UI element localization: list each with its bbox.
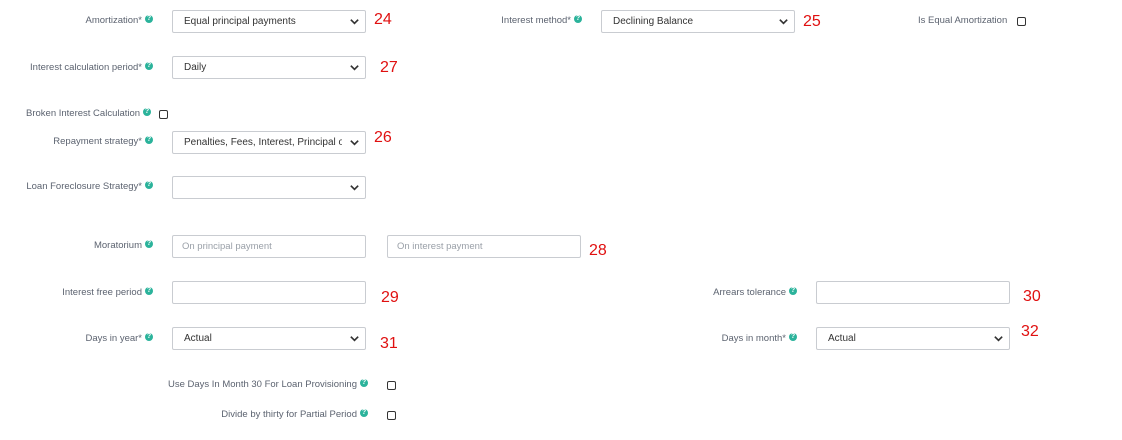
- interest-method-select[interactable]: Declining Balance: [601, 10, 795, 33]
- help-icon[interactable]: ?: [145, 333, 153, 342]
- help-icon[interactable]: ?: [789, 333, 797, 342]
- marker-32: 32: [1021, 323, 1039, 340]
- help-icon[interactable]: ?: [145, 240, 153, 249]
- chevron-down-icon: [350, 336, 359, 342]
- equal-amortization-checkbox[interactable]: [1017, 17, 1026, 26]
- interest-method-label: Interest method*?: [501, 15, 582, 26]
- marker-25: 25: [803, 13, 821, 30]
- repayment-strategy-select[interactable]: Penalties, Fees, Interest, Principal ord: [172, 131, 366, 154]
- days-in-month-30-label: Use Days In Month 30 For Loan Provisioni…: [167, 379, 368, 390]
- marker-31: 31: [380, 335, 398, 352]
- help-icon[interactable]: ?: [143, 108, 152, 117]
- days-in-year-select[interactable]: Actual: [172, 327, 366, 350]
- loan-foreclosure-label: Loan Foreclosure Strategy*?: [26, 181, 153, 192]
- chevron-down-icon: [350, 140, 359, 146]
- help-icon[interactable]: ?: [360, 409, 368, 418]
- chevron-down-icon: [779, 19, 788, 25]
- interest-free-period-input[interactable]: [172, 281, 366, 304]
- marker-24: 24: [374, 11, 392, 28]
- help-icon[interactable]: ?: [145, 136, 153, 145]
- interest-free-period-label: Interest free period?: [62, 287, 153, 298]
- broken-interest-label: Broken Interest Calculation?: [26, 108, 152, 119]
- marker-27: 27: [380, 59, 398, 76]
- help-icon[interactable]: ?: [145, 15, 153, 24]
- moratorium-principal-input[interactable]: On principal payment: [172, 235, 366, 258]
- moratorium-label: Moratorium?: [93, 240, 153, 251]
- arrears-tolerance-label: Arrears tolerance?: [713, 287, 797, 298]
- moratorium-interest-input[interactable]: On interest payment: [387, 235, 581, 258]
- arrears-tolerance-input[interactable]: [816, 281, 1010, 304]
- chevron-down-icon: [994, 336, 1003, 342]
- days-in-month-label: Days in month*?: [721, 333, 797, 344]
- equal-amortization-label: Is Equal Amortization: [918, 15, 1008, 26]
- help-icon[interactable]: ?: [145, 287, 153, 296]
- marker-28: 28: [589, 242, 607, 259]
- divide-by-thirty-checkbox[interactable]: [387, 411, 396, 420]
- divide-by-thirty-label: Divide by thirty for Partial Period?: [221, 409, 368, 420]
- days-in-month-select[interactable]: Actual: [816, 327, 1010, 350]
- help-icon[interactable]: ?: [145, 62, 153, 71]
- interest-calc-period-select[interactable]: Daily: [172, 56, 366, 79]
- help-icon[interactable]: ?: [360, 379, 368, 388]
- help-icon[interactable]: ?: [574, 15, 582, 24]
- marker-29: 29: [381, 289, 399, 306]
- marker-30: 30: [1023, 288, 1041, 305]
- chevron-down-icon: [350, 185, 359, 191]
- chevron-down-icon: [350, 19, 359, 25]
- chevron-down-icon: [350, 65, 359, 71]
- amortization-label: Amortization*?: [85, 15, 153, 26]
- marker-26: 26: [374, 129, 392, 146]
- days-in-month-30-checkbox[interactable]: [387, 381, 396, 390]
- broken-interest-checkbox[interactable]: [159, 110, 168, 119]
- days-in-year-label: Days in year*?: [85, 333, 153, 344]
- loan-foreclosure-select[interactable]: [172, 176, 366, 199]
- amortization-select[interactable]: Equal principal payments: [172, 10, 366, 33]
- interest-calc-period-label: Interest calculation period*?: [30, 62, 153, 73]
- repayment-strategy-label: Repayment strategy*?: [53, 136, 153, 147]
- help-icon[interactable]: ?: [145, 181, 153, 190]
- help-icon[interactable]: ?: [789, 287, 797, 296]
